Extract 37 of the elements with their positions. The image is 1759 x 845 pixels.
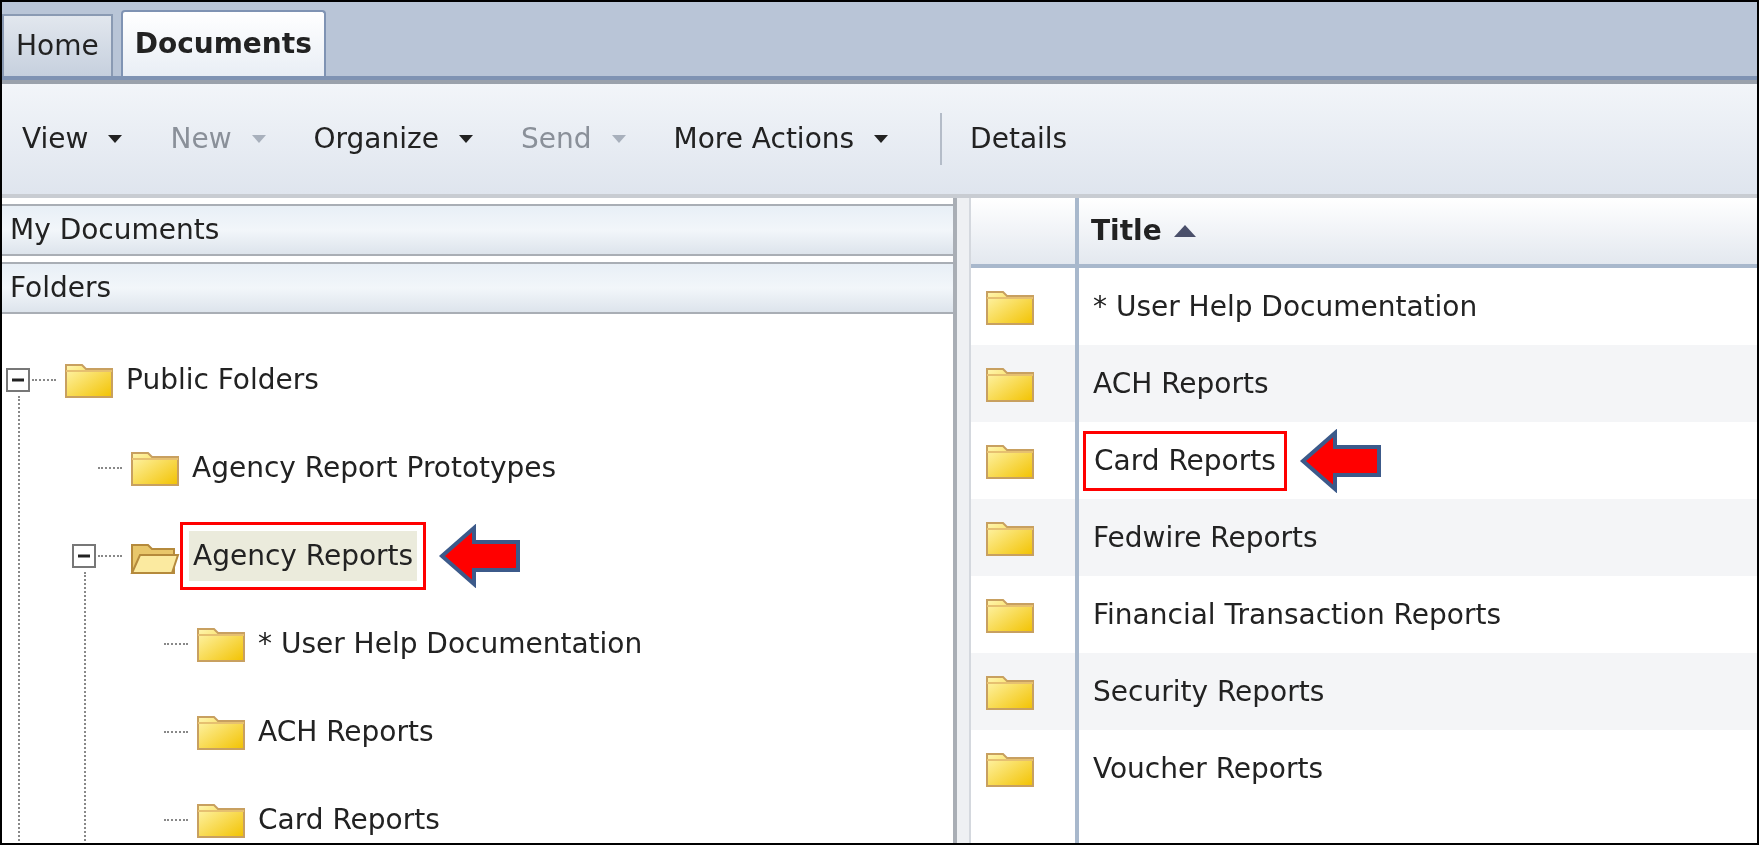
tree-item[interactable]: ACH Reports — [254, 707, 438, 757]
caret-icon — [611, 135, 626, 143]
tree-item[interactable]: Agency Reports — [189, 531, 418, 581]
folder-icon — [64, 361, 114, 399]
folder-icon — [196, 801, 246, 839]
caret-icon — [459, 135, 473, 143]
folder-icon — [130, 449, 180, 487]
tree-item[interactable]: * User Help Documentation — [254, 619, 647, 669]
tab[interactable]: Documents — [120, 10, 326, 76]
section-header[interactable]: My Documents — [2, 204, 953, 256]
menu-button[interactable]: More Actions — [661, 109, 901, 169]
collapse-icon[interactable] — [6, 368, 30, 392]
folder-title: * User Help Documentation — [1092, 288, 1478, 325]
list-row[interactable]: Fedwire Reports — [971, 499, 1757, 576]
tree-item[interactable]: Agency Report Prototypes — [188, 443, 561, 493]
folder-title: Financial Transaction Reports — [1092, 596, 1501, 633]
folder-icon — [196, 625, 246, 663]
tab[interactable]: Home — [2, 14, 113, 76]
column-header[interactable]: Title — [1079, 198, 1208, 264]
toolbar-button[interactable]: Details — [958, 109, 1080, 169]
menu-button[interactable]: Organize — [301, 109, 485, 169]
collapse-icon[interactable] — [72, 544, 96, 568]
folder-title: ACH Reports — [1092, 365, 1269, 402]
list-row[interactable]: ACH Reports — [971, 345, 1757, 422]
caret-icon — [108, 135, 123, 143]
folder-icon — [196, 713, 246, 751]
folder-title: Card Reports — [1094, 442, 1276, 479]
section-header[interactable]: Folders — [2, 262, 953, 314]
folder-title: Security Reports — [1092, 673, 1325, 710]
list-row[interactable]: Security Reports — [971, 653, 1757, 730]
menu-button[interactable]: View — [10, 109, 135, 169]
tree-item[interactable]: Public Folders — [122, 355, 323, 405]
folder-title: Voucher Reports — [1092, 750, 1324, 787]
caret-icon — [251, 135, 266, 143]
tree-item[interactable]: Card Reports — [254, 795, 444, 843]
folder-title: Fedwire Reports — [1092, 519, 1318, 556]
caret-icon — [874, 135, 889, 143]
